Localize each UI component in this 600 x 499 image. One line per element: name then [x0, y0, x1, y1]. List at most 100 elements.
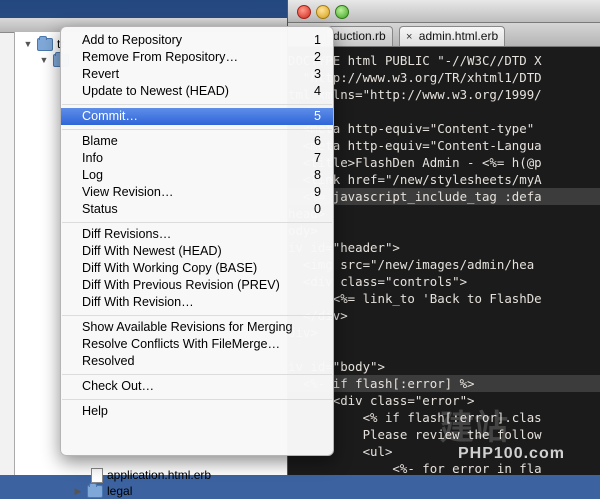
editor-titlebar: [288, 0, 600, 23]
menu-item-label: Log: [82, 168, 104, 182]
menu-item-shortcut: 3: [313, 67, 321, 81]
tab-admin-html-erb[interactable]: × admin.html.erb: [399, 26, 506, 46]
menu-item-label: Show Available Revisions for Merging: [82, 320, 293, 334]
code-line[interactable]: <meta http-equiv="Content-Langua: [288, 137, 600, 154]
tree-row-file[interactable]: application.html.erb: [91, 467, 211, 483]
menu-item-label: Add to Repository: [82, 33, 183, 47]
tree-row-folder[interactable]: ▶ legal: [73, 482, 133, 499]
menu-item-shortcut: 1: [313, 33, 321, 47]
menu-item-commit[interactable]: Commit… 5: [61, 108, 333, 125]
menu-item-label: Blame: [82, 134, 118, 148]
code-line[interactable]: <%= link_to 'Back to FlashDe: [288, 290, 600, 307]
code-line[interactable]: iv id="body">: [288, 358, 600, 375]
tab-production-rb[interactable]: duction.rb: [326, 26, 393, 46]
menu-separator: [62, 399, 332, 400]
menu-separator: [62, 222, 332, 223]
watermark-logo: 建站: [440, 409, 508, 447]
menu-item-label: Diff With Revision…: [82, 295, 194, 309]
code-line[interactable]: <%- if flash[:error] %>: [288, 375, 600, 392]
menu-item-label: Info: [82, 151, 104, 165]
menu-item-log[interactable]: Log 8: [61, 167, 333, 184]
code-line[interactable]: tml xmlns="http://www.w3.org/1999/: [288, 86, 600, 103]
code-line[interactable]: head>: [288, 205, 600, 222]
menu-item-resolve-conflicts-with-filemerge[interactable]: Resolve Conflicts With FileMerge…: [61, 336, 333, 353]
menu-item-diff-revisions[interactable]: Diff Revisions…: [61, 226, 333, 243]
code-line[interactable]: [288, 341, 600, 358]
menu-item-resolved[interactable]: Resolved: [61, 353, 333, 370]
code-line[interactable]: DOCTYPE html PUBLIC "-//W3C//DTD X: [288, 52, 600, 69]
menu-item-label: Update to Newest (HEAD): [82, 84, 229, 98]
menu-item-label: Diff With Newest (HEAD): [82, 244, 222, 258]
code-line[interactable]: div>: [288, 324, 600, 341]
menu-item-label: Diff With Previous Revision (PREV): [82, 278, 280, 292]
menu-item-shortcut: 8: [313, 168, 321, 182]
minimize-window-icon[interactable]: [316, 5, 330, 19]
menu-item-label: Check Out…: [82, 379, 155, 393]
menu-item-label: Revert: [82, 67, 120, 81]
menu-item-shortcut: 6: [313, 134, 321, 148]
menu-item-label: Status: [82, 202, 118, 216]
watermark-text: PHP100.com: [458, 445, 565, 462]
menu-item-help[interactable]: Help: [61, 403, 333, 420]
menu-item-shortcut: 2: [313, 50, 321, 64]
menu-item-label: View Revision…: [82, 185, 174, 199]
disclosure-triangle-icon[interactable]: ▶: [73, 486, 83, 497]
code-line[interactable]: ead>: [288, 103, 600, 120]
menu-item-diff-with-newest-head[interactable]: Diff With Newest (HEAD): [61, 243, 333, 260]
menu-separator: [62, 374, 332, 375]
zoom-window-icon[interactable]: [335, 5, 349, 19]
menu-item-shortcut: 9: [313, 185, 321, 199]
file-icon: [91, 467, 103, 483]
tree-row-root[interactable]: ▼ tr: [23, 35, 64, 52]
menu-item-label: Diff With Working Copy (BASE): [82, 261, 258, 275]
tree-row-label: legal: [107, 484, 133, 498]
code-line[interactable]: "http://www.w3.org/TR/xhtml1/DTD: [288, 69, 600, 86]
tree-row-label: application.html.erb: [107, 468, 212, 482]
code-line[interactable]: <link href="/new/stylesheets/myA: [288, 171, 600, 188]
code-line[interactable]: ody>: [288, 222, 600, 239]
menu-item-shortcut: 7: [313, 151, 321, 165]
menu-separator: [62, 129, 332, 130]
code-line[interactable]: <title>FlashDen Admin - <%= h(@p: [288, 154, 600, 171]
disclosure-triangle-icon[interactable]: ▼: [23, 39, 33, 49]
menu-item-check-out[interactable]: Check Out…: [61, 378, 333, 395]
menu-item-update-to-newest-head[interactable]: Update to Newest (HEAD) 4: [61, 83, 333, 100]
menu-separator: [62, 315, 332, 316]
menu-item-label: Resolved: [82, 354, 135, 368]
menu-item-shortcut: 0: [313, 202, 321, 216]
menu-item-show-available-revisions-for-merging[interactable]: Show Available Revisions for Merging: [61, 319, 333, 336]
menu-item-info[interactable]: Info 7: [61, 150, 333, 167]
menu-item-diff-with-working-copy-base[interactable]: Diff With Working Copy (BASE): [61, 260, 333, 277]
menu-item-label: Remove From Repository…: [82, 50, 239, 64]
close-tab-icon[interactable]: ×: [406, 31, 412, 43]
menu-item-diff-with-revision[interactable]: Diff With Revision…: [61, 294, 333, 311]
folder-icon: [37, 35, 53, 51]
menu-item-view-revision[interactable]: View Revision… 9: [61, 184, 333, 201]
menu-separator: [62, 104, 332, 105]
tab-label: duction.rb: [333, 29, 386, 43]
close-window-icon[interactable]: [297, 5, 311, 19]
menu-item-label: Resolve Conflicts With FileMerge…: [82, 337, 281, 351]
menu-item-blame[interactable]: Blame 6: [61, 133, 333, 150]
disclosure-triangle-icon[interactable]: ▼: [39, 55, 49, 65]
menu-item-status[interactable]: Status 0: [61, 201, 333, 218]
menu-item-label: Diff Revisions…: [82, 227, 172, 241]
menu-item-label: Help: [82, 404, 108, 418]
code-line[interactable]: <img src="/new/images/admin/hea: [288, 256, 600, 273]
code-line[interactable]: <meta http-equiv="Content-type": [288, 120, 600, 137]
menu-item-shortcut: 4: [313, 84, 321, 98]
code-line[interactable]: <%= javascript_include_tag :defa: [288, 188, 600, 205]
menu-item-add-to-repository[interactable]: Add to Repository 1: [61, 32, 333, 49]
code-line[interactable]: <div class="controls">: [288, 273, 600, 290]
menu-item-diff-with-previous-revision-prev[interactable]: Diff With Previous Revision (PREV): [61, 277, 333, 294]
menu-item-shortcut: 5: [313, 109, 321, 123]
context-menu: Add to Repository 1 Remove From Repository…: [60, 26, 334, 456]
tab-bar: duction.rb × admin.html.erb: [288, 23, 600, 47]
folder-icon: [87, 482, 103, 498]
code-line[interactable]: iv id="header">: [288, 239, 600, 256]
menu-item-revert[interactable]: Revert 3: [61, 66, 333, 83]
menu-item-remove-from-repository[interactable]: Remove From Repository… 2: [61, 49, 333, 66]
tab-label: admin.html.erb: [418, 29, 499, 43]
code-line[interactable]: </div>: [288, 307, 600, 324]
menu-item-label: Commit…: [82, 109, 138, 123]
